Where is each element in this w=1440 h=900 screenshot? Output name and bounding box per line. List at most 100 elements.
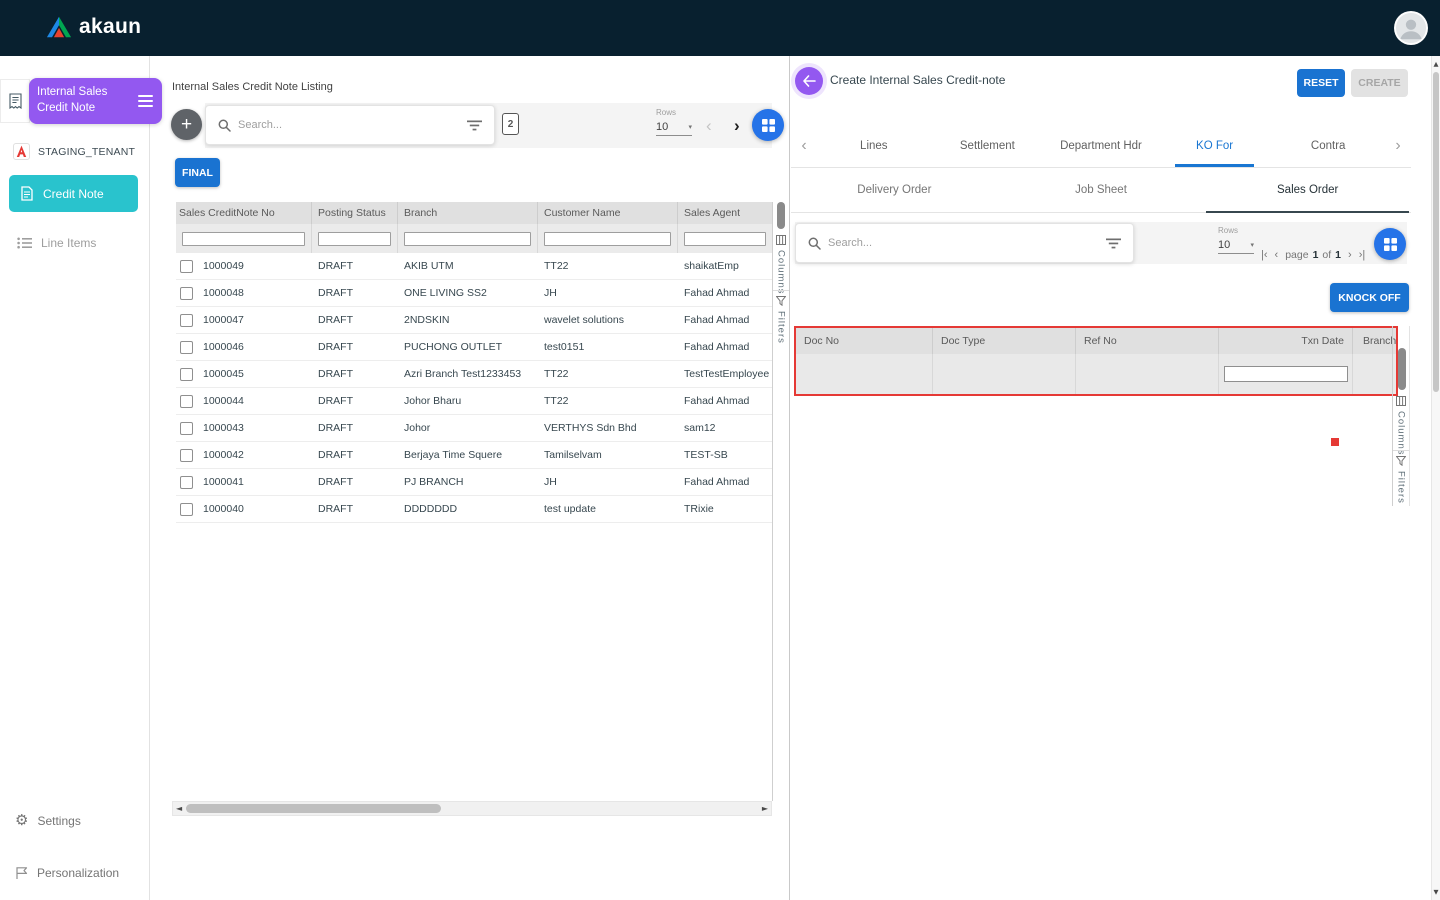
table-row[interactable]: 1000042 DRAFT Berjaya Time Squere Tamils… bbox=[176, 442, 772, 469]
menu-toggle-icon[interactable] bbox=[138, 95, 153, 107]
row-checkbox[interactable] bbox=[180, 448, 193, 462]
col-txn-date[interactable]: Txn Date bbox=[1219, 328, 1353, 354]
horizontal-scrollbar[interactable]: ◄ ► bbox=[172, 801, 772, 816]
page-number: 1 bbox=[1312, 249, 1319, 261]
tab-contra[interactable]: Contra bbox=[1271, 125, 1385, 167]
scroll-up-icon[interactable]: ▲ bbox=[1432, 60, 1440, 68]
avatar[interactable] bbox=[1394, 11, 1428, 45]
filters-button[interactable]: Filters bbox=[773, 296, 789, 344]
page-scrollbar[interactable]: ▲ ▼ bbox=[1431, 56, 1440, 900]
filter-branch-input[interactable] bbox=[404, 231, 531, 246]
filter-customer-name-input[interactable] bbox=[544, 231, 671, 246]
knock-off-button[interactable]: KNOCK OFF bbox=[1330, 283, 1409, 312]
col-doc-type[interactable]: Doc Type bbox=[933, 328, 1076, 354]
row-checkbox[interactable] bbox=[180, 367, 193, 381]
row-checkbox[interactable] bbox=[180, 313, 193, 327]
ko-rows-per-page-select[interactable]: Rows 10 ▾ bbox=[1218, 226, 1254, 254]
cell-status: DRAFT bbox=[318, 260, 353, 272]
col-customer-name[interactable]: Customer Name bbox=[538, 202, 678, 224]
col-branch[interactable]: Branch bbox=[398, 202, 538, 224]
vertical-scrollbar-thumb[interactable] bbox=[1398, 348, 1406, 390]
table-row[interactable]: 1000049 DRAFT AKIB UTM TT22 shaikatEmp bbox=[176, 253, 772, 280]
columns-button[interactable]: Columns bbox=[1393, 396, 1409, 456]
row-checkbox[interactable] bbox=[180, 286, 193, 300]
caret-down-icon: ▾ bbox=[1250, 241, 1254, 249]
filter-list-icon[interactable] bbox=[467, 120, 482, 131]
filter-sales-agent-input[interactable] bbox=[684, 231, 766, 246]
first-page-icon[interactable]: |‹ bbox=[1261, 249, 1268, 261]
sidebar-item-line-items[interactable]: Line Items bbox=[17, 236, 96, 250]
table-row[interactable]: 1000048 DRAFT ONE LIVING SS2 JH Fahad Ah… bbox=[176, 280, 772, 307]
sidebar-item-personalization[interactable]: Personalization bbox=[15, 866, 119, 880]
add-button[interactable]: + bbox=[171, 109, 202, 140]
module-pill[interactable]: Internal Sales Credit Note bbox=[29, 78, 162, 124]
filter-txn-date-input[interactable] bbox=[1223, 366, 1348, 382]
col-ref-no[interactable]: Ref No bbox=[1076, 328, 1219, 354]
table-row[interactable]: 1000046 DRAFT PUCHONG OUTLET test0151 Fa… bbox=[176, 334, 772, 361]
col-sales-creditnote-no[interactable]: Sales CreditNote No bbox=[176, 202, 312, 224]
row-checkbox[interactable] bbox=[180, 421, 193, 435]
next-page-icon[interactable]: › bbox=[1348, 249, 1352, 261]
filter-posting-status-input[interactable] bbox=[318, 231, 391, 246]
sidebar-item-settings[interactable]: ⚙ Settings bbox=[15, 813, 81, 828]
table-row[interactable]: 1000040 DRAFT DDDDDDD test update TRixie bbox=[176, 496, 772, 523]
col-branch[interactable]: Branch bbox=[1353, 328, 1396, 354]
detail-panel: Create Internal Sales Credit-note RESET … bbox=[791, 56, 1432, 900]
row-checkbox[interactable] bbox=[180, 259, 193, 273]
tab-settlement[interactable]: Settlement bbox=[931, 125, 1045, 167]
scroll-down-icon[interactable]: ▼ bbox=[1432, 888, 1440, 896]
prev-page-icon[interactable]: ‹ bbox=[706, 117, 712, 134]
tab-lines[interactable]: Lines bbox=[817, 125, 931, 167]
back-button[interactable] bbox=[795, 67, 823, 95]
reset-button[interactable]: RESET bbox=[1297, 69, 1345, 97]
listing-search-input[interactable] bbox=[238, 119, 467, 131]
filters-button[interactable]: Filters bbox=[1393, 456, 1409, 504]
tab-department-hdr[interactable]: Department Hdr bbox=[1044, 125, 1158, 167]
module-icon[interactable] bbox=[0, 79, 30, 123]
page-scrollbar-thumb[interactable] bbox=[1433, 72, 1439, 392]
scroll-left-icon[interactable]: ◄ bbox=[176, 804, 182, 813]
row-checkbox[interactable] bbox=[180, 394, 193, 408]
rows-per-page-select[interactable]: Rows 10 ▾ bbox=[656, 108, 692, 136]
col-doc-no[interactable]: Doc No bbox=[796, 328, 933, 354]
col-sales-agent[interactable]: Sales Agent bbox=[678, 202, 772, 224]
last-page-icon[interactable]: ›| bbox=[1359, 249, 1366, 261]
sidebar-item-credit-note[interactable]: Credit Note bbox=[9, 175, 138, 212]
subtab-job-sheet[interactable]: Job Sheet bbox=[998, 168, 1205, 212]
brand[interactable]: akaun bbox=[46, 15, 141, 39]
prev-page-icon[interactable]: ‹ bbox=[1275, 249, 1279, 261]
table-row[interactable]: 1000043 DRAFT Johor VERTHYS Sdn Bhd sam1… bbox=[176, 415, 772, 442]
subtab-delivery-order[interactable]: Delivery Order bbox=[791, 168, 998, 212]
create-button[interactable]: CREATE bbox=[1351, 69, 1408, 97]
ko-grid-view-button[interactable] bbox=[1374, 228, 1406, 260]
cell-customer: TT22 bbox=[544, 368, 569, 380]
tabs-scroll-right-icon[interactable]: › bbox=[1385, 125, 1411, 167]
tab-ko-for[interactable]: KO For bbox=[1158, 125, 1272, 167]
table-row[interactable]: 1000041 DRAFT PJ BRANCH JH Fahad Ahmad bbox=[176, 469, 772, 496]
final-button[interactable]: FINAL bbox=[175, 158, 220, 187]
tenant-label: STAGING_TENANT bbox=[38, 145, 136, 158]
table-row[interactable]: 1000044 DRAFT Johor Bharu TT22 Fahad Ahm… bbox=[176, 388, 772, 415]
table-row[interactable]: 1000045 DRAFT Azri Branch Test1233453 TT… bbox=[176, 361, 772, 388]
cell-customer: JH bbox=[544, 476, 557, 488]
row-checkbox[interactable] bbox=[180, 340, 193, 354]
cell-no: 1000049 bbox=[203, 260, 244, 272]
pages-icon[interactable]: 2 bbox=[502, 113, 519, 135]
filter-creditnote-no-input[interactable] bbox=[182, 231, 305, 246]
tabs-scroll-left-icon[interactable]: ‹ bbox=[791, 125, 817, 167]
tenant-row[interactable]: STAGING_TENANT bbox=[13, 143, 135, 160]
scroll-right-icon[interactable]: ► bbox=[762, 804, 768, 813]
row-checkbox[interactable] bbox=[180, 502, 193, 516]
grid-view-button[interactable] bbox=[752, 109, 784, 141]
filters-label: Filters bbox=[775, 311, 787, 344]
table-row[interactable]: 1000047 DRAFT 2NDSKIN wavelet solutions … bbox=[176, 307, 772, 334]
filter-list-icon[interactable] bbox=[1106, 238, 1121, 249]
columns-button[interactable]: Columns bbox=[773, 235, 789, 295]
subtab-sales-order[interactable]: Sales Order bbox=[1204, 168, 1411, 213]
next-page-icon[interactable]: › bbox=[734, 117, 740, 134]
col-posting-status[interactable]: Posting Status bbox=[312, 202, 398, 224]
ko-search-input[interactable] bbox=[828, 237, 1106, 249]
vertical-scrollbar-thumb[interactable] bbox=[777, 202, 785, 229]
horizontal-scrollbar-thumb[interactable] bbox=[186, 804, 441, 813]
row-checkbox[interactable] bbox=[180, 475, 193, 489]
